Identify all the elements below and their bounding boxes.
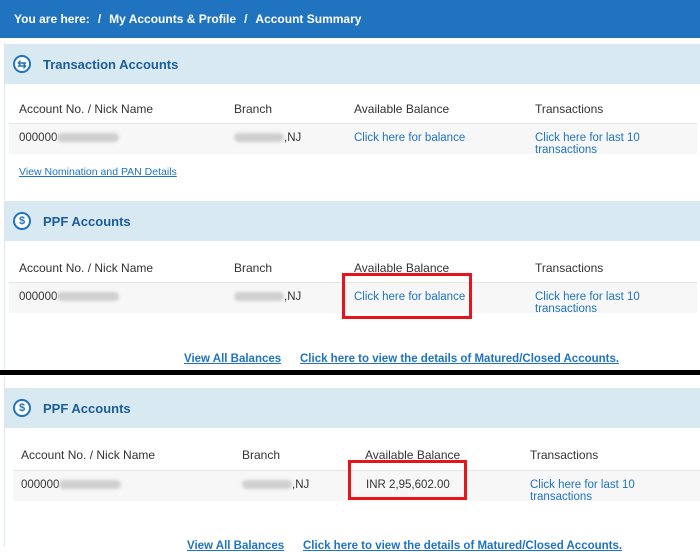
col-branch: Branch	[234, 261, 273, 275]
col-account: Account No. / Nick Name	[19, 261, 154, 275]
divider	[0, 370, 700, 375]
wallet-icon: ⇆	[13, 55, 31, 73]
last-10-transactions-link[interactable]: Click here for last 10 transactions	[530, 479, 700, 503]
redacted-text	[242, 480, 292, 490]
breadcrumb-prefix: You are here:	[14, 12, 90, 26]
account-number: 000000	[21, 479, 122, 491]
transaction-accounts-panel: ⇆ Transaction Accounts Account No. / Nic…	[4, 42, 700, 200]
breadcrumb-my-accounts[interactable]: My Accounts & Profile	[109, 12, 236, 26]
highlight-box	[342, 273, 472, 319]
view-all-balances-link[interactable]: View All Balances	[184, 353, 281, 365]
highlight-box	[348, 460, 467, 500]
money-bag-icon: $	[13, 399, 31, 417]
branch-name: ,NJ	[242, 479, 309, 491]
breadcrumb-account-summary: Account Summary	[255, 12, 362, 26]
col-balance: Available Balance	[354, 102, 450, 116]
redacted-text	[57, 133, 120, 143]
ppf-accounts-panel: $ PPF Accounts Account No. / Nick Name B…	[4, 201, 700, 369]
col-transactions: Transactions	[535, 261, 604, 275]
matured-closed-accounts-link[interactable]: Click here to view the details of Mature…	[300, 353, 619, 365]
balance-link[interactable]: Click here for balance	[354, 132, 465, 144]
col-branch: Branch	[242, 448, 281, 462]
last-10-transactions-link[interactable]: Click here for last 10 transactions	[535, 291, 700, 315]
panel-header: $ PPF Accounts	[5, 388, 700, 428]
account-number: 000000	[19, 291, 120, 303]
breadcrumb-separator: /	[97, 12, 102, 26]
ppf-accounts-panel-revealed: $ PPF Accounts Account No. / Nick Name B…	[4, 376, 700, 552]
col-account: Account No. / Nick Name	[21, 448, 156, 462]
nomination-pan-link[interactable]: View Nomination and PAN Details	[19, 166, 177, 178]
account-number: 000000	[19, 132, 120, 144]
breadcrumb: You are here: / My Accounts & Profile / …	[0, 0, 700, 38]
col-transactions: Transactions	[535, 102, 604, 116]
panel-header: ⇆ Transaction Accounts	[5, 44, 700, 84]
view-all-balances-link[interactable]: View All Balances	[187, 540, 284, 552]
redacted-text	[59, 480, 122, 490]
redacted-text	[57, 292, 120, 302]
panel-title: PPF Accounts	[43, 213, 131, 229]
branch-name: ,NJ	[234, 132, 301, 144]
matured-closed-accounts-link[interactable]: Click here to view the details of Mature…	[303, 540, 622, 552]
col-account: Account No. / Nick Name	[19, 102, 154, 116]
col-branch: Branch	[234, 102, 273, 116]
redacted-text	[234, 292, 284, 302]
redacted-text	[234, 133, 284, 143]
breadcrumb-separator: /	[244, 12, 248, 26]
panel-title: Transaction Accounts	[43, 56, 179, 72]
panel-header: $ PPF Accounts	[5, 201, 700, 241]
panel-title: PPF Accounts	[43, 400, 131, 416]
money-bag-icon: $	[13, 212, 31, 230]
last-10-transactions-link[interactable]: Click here for last 10 transactions	[535, 132, 700, 156]
col-transactions: Transactions	[530, 448, 599, 462]
branch-name: ,NJ	[234, 291, 301, 303]
